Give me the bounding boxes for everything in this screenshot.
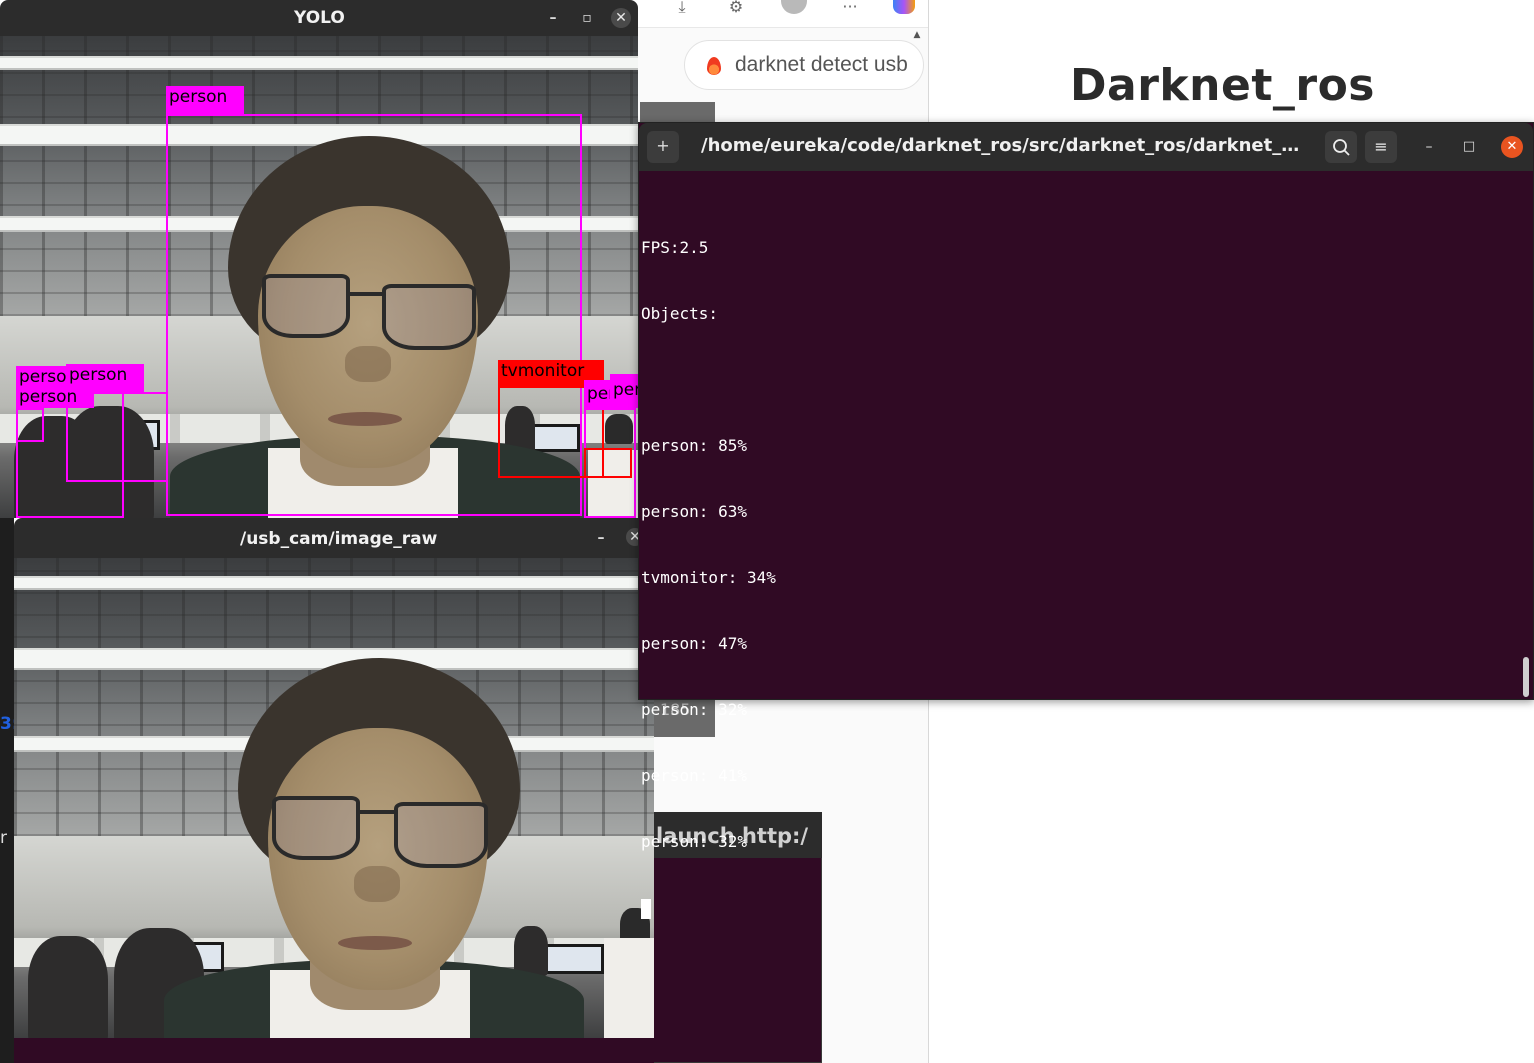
- objects-line: Objects:: [641, 304, 719, 323]
- browser-toolbar: ⤓ ⚙ ···: [638, 0, 928, 28]
- detection-box-person: [16, 408, 44, 442]
- result-line: person: 47%: [641, 634, 747, 653]
- hamburger-menu-icon[interactable]: ≡: [1365, 131, 1397, 163]
- minimize-icon[interactable]: –: [591, 528, 611, 548]
- extensions-icon[interactable]: ⚙: [722, 0, 750, 22]
- fps-line: FPS:2.5: [641, 238, 709, 257]
- result-line: person: 32%: [641, 700, 747, 719]
- detection-label: person: [584, 380, 610, 408]
- minimize-icon[interactable]: –: [543, 8, 563, 28]
- bottom-terminal-strip: [14, 1038, 654, 1063]
- image-raw-window[interactable]: /usb_cam/image_raw – ✕: [14, 518, 654, 1038]
- terminal-window[interactable]: + /home/eureka/code/darknet_ros/src/dark…: [638, 122, 1534, 919]
- close-icon[interactable]: ✕: [611, 8, 631, 28]
- left-background-window: [0, 518, 14, 1063]
- search-suggestion[interactable]: darknet detect usb: [684, 40, 924, 90]
- more-icon[interactable]: ···: [836, 0, 864, 22]
- raw-camera-image: [14, 558, 654, 1038]
- search-suggestion-text: darknet detect usb: [735, 53, 908, 76]
- maximize-icon[interactable]: ▫: [577, 8, 597, 28]
- result-line: tvmonitor: 34%: [641, 568, 776, 587]
- terminal-titlebar[interactable]: + /home/eureka/code/darknet_ros/src/dark…: [639, 123, 1533, 171]
- result-line: person: 41%: [641, 766, 747, 785]
- terminal-scrollbar[interactable]: [1523, 657, 1529, 697]
- detection-label: person: [16, 392, 94, 408]
- terminal-output[interactable]: FPS:2.5 Objects: person: 85% person: 63%…: [641, 193, 776, 963]
- terminal-title: /home/eureka/code/darknet_ros/src/darkne…: [701, 135, 1307, 156]
- terminal-cursor: [641, 898, 651, 919]
- left-strip-text: r: [0, 828, 7, 848]
- detection-label: person: [610, 374, 638, 408]
- maximize-icon[interactable]: □: [1459, 137, 1479, 157]
- page-heading: Darknet_ros: [1070, 60, 1375, 111]
- detection-label: person: [66, 364, 144, 392]
- yolo-window[interactable]: YOLO – ▫ ✕ person person person: [0, 0, 638, 518]
- search-icon[interactable]: [1325, 131, 1357, 163]
- yolo-title: YOLO: [294, 8, 345, 28]
- result-line: person: 63%: [641, 502, 747, 521]
- yolo-titlebar[interactable]: YOLO – ▫ ✕: [0, 0, 638, 36]
- minimize-icon[interactable]: –: [1419, 137, 1439, 157]
- result-line: person: 85%: [641, 436, 747, 455]
- scroll-up-arrow-icon[interactable]: ▲: [910, 30, 924, 44]
- detection-label: person: [166, 86, 244, 114]
- copilot-icon[interactable]: [890, 0, 918, 22]
- detection-label: person: [16, 366, 70, 392]
- trending-fire-icon: [707, 57, 721, 75]
- image-raw-titlebar[interactable]: /usb_cam/image_raw – ✕: [14, 518, 654, 558]
- image-raw-title: /usb_cam/image_raw: [240, 529, 438, 549]
- new-tab-icon[interactable]: +: [647, 131, 679, 163]
- result-line: person: 32%: [641, 832, 747, 851]
- detection-box-person: [584, 448, 632, 478]
- download-icon[interactable]: ⤓: [668, 0, 696, 22]
- profile-icon[interactable]: [780, 0, 808, 22]
- close-icon[interactable]: ✕: [1501, 136, 1523, 158]
